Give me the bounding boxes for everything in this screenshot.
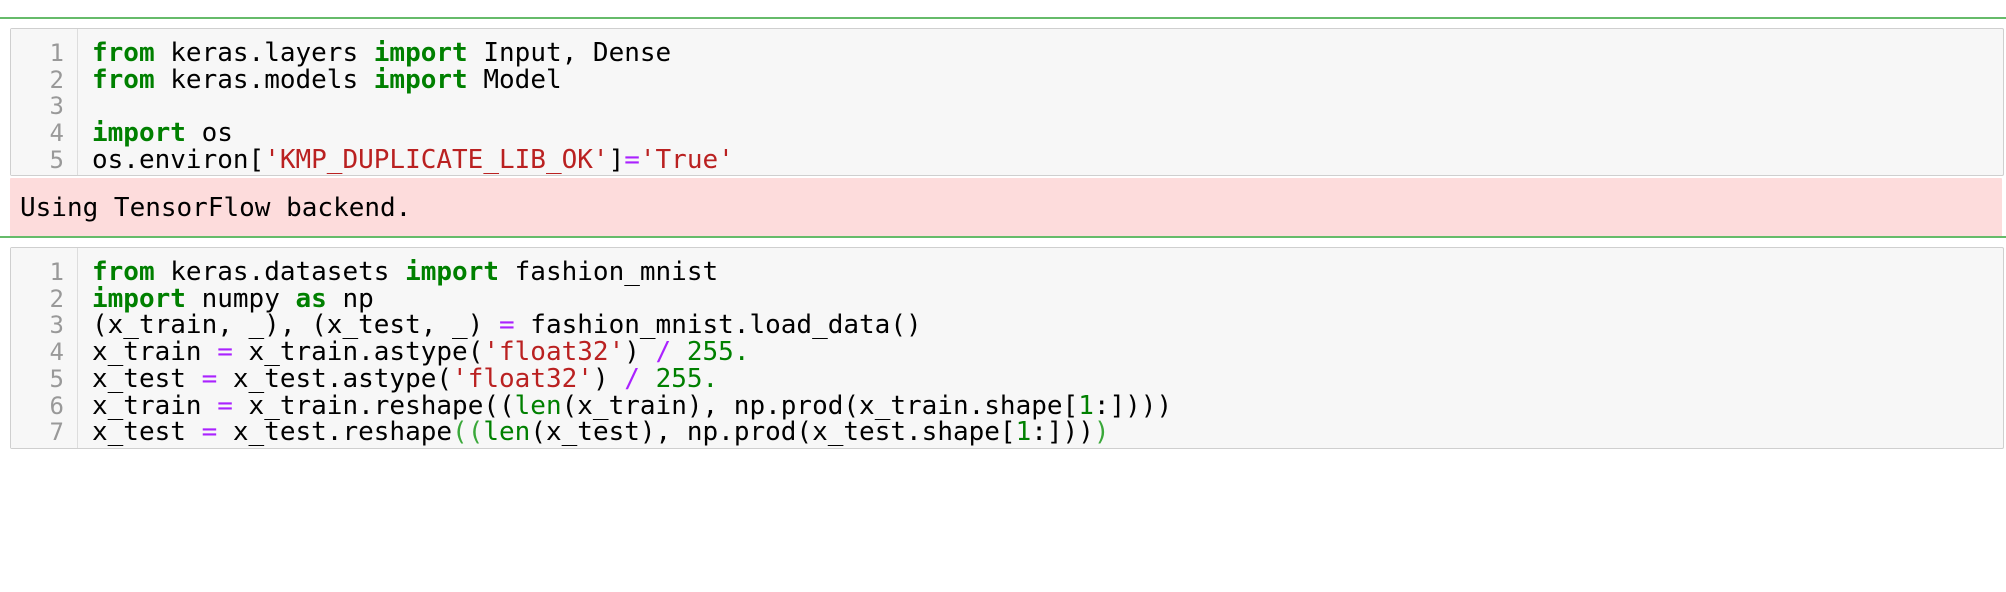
- code-token: from: [92, 64, 155, 95]
- code-token: x_test.reshape: [217, 417, 453, 448]
- code-token: :])): [1031, 417, 1094, 448]
- cell-separator-middle: [0, 236, 2006, 238]
- code-token: ]: [608, 144, 625, 175]
- code-cell-imports[interactable]: 12345 from keras.layers import Input, De…: [10, 28, 2004, 176]
- code-token: ((: [452, 417, 484, 448]
- line-number-gutter: 1234567: [11, 248, 78, 448]
- code-line[interactable]: x_test = x_test.reshape((len(x_test), np…: [92, 415, 1110, 449]
- code-token: import: [373, 64, 468, 95]
- code-token: ): [1093, 417, 1110, 448]
- code-token: =: [624, 144, 640, 175]
- code-token: =: [201, 417, 218, 448]
- cell-separator-top: [0, 17, 2006, 19]
- code-line[interactable]: from keras.models import Model: [92, 63, 562, 97]
- code-token: len: [483, 417, 531, 448]
- code-token: 1: [1015, 417, 1032, 448]
- line-number: 5: [49, 145, 64, 174]
- line-number-gutter: 12345: [11, 29, 78, 175]
- code-token: keras.models: [154, 64, 374, 95]
- code-token: 'KMP_DUPLICATE_LIB_OK': [264, 144, 609, 175]
- output-text: Using TensorFlow backend.: [20, 193, 412, 223]
- cell-output-stderr: Using TensorFlow backend.: [10, 178, 2002, 238]
- code-token: fashion_mnist: [499, 257, 719, 287]
- code-token: x_test: [92, 417, 202, 448]
- code-cell-data-loading[interactable]: 1234567 from keras.datasets import fashi…: [10, 247, 2004, 449]
- line-number: 7: [49, 418, 64, 447]
- code-token: Model: [467, 64, 562, 95]
- code-token: import: [405, 257, 499, 287]
- code-token: (x_test), np.prod(x_test.shape[: [530, 417, 1016, 448]
- code-token: os.environ[: [92, 144, 265, 175]
- code-token: 'True': [639, 144, 734, 175]
- code-line[interactable]: os.environ['KMP_DUPLICATE_LIB_OK']='True…: [92, 143, 734, 177]
